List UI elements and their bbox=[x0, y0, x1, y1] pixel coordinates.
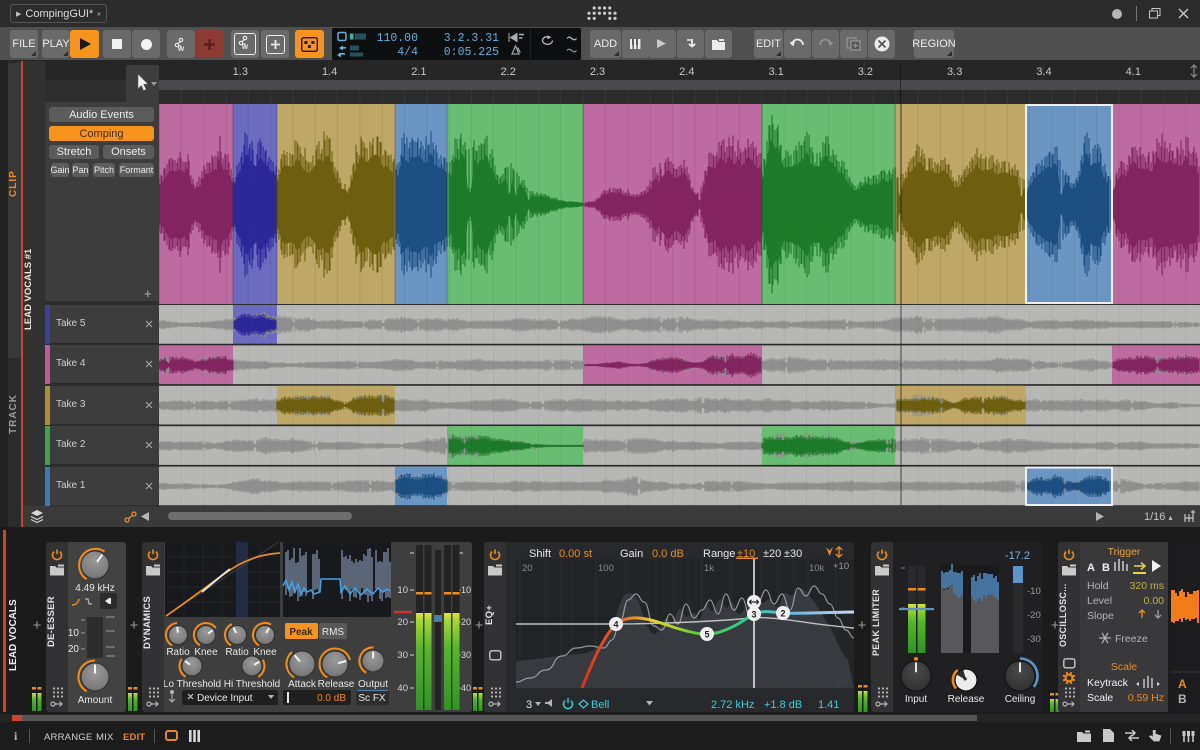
svg-text:4: 4 bbox=[613, 620, 618, 630]
svg-text:+1.8 dB: +1.8 dB bbox=[764, 699, 802, 711]
svg-text:3: 3 bbox=[526, 699, 532, 711]
svg-text:30: 30 bbox=[461, 650, 471, 660]
svg-text:20: 20 bbox=[522, 563, 533, 574]
svg-text:Slope: Slope bbox=[1087, 610, 1114, 622]
svg-text:Amount: Amount bbox=[78, 695, 113, 706]
svg-text:Release: Release bbox=[948, 694, 985, 705]
svg-text:Scale: Scale bbox=[1111, 661, 1137, 673]
svg-text:0.0 dB: 0.0 dB bbox=[317, 693, 346, 704]
svg-text:1.4: 1.4 bbox=[322, 66, 337, 78]
svg-text:2.3: 2.3 bbox=[590, 66, 605, 78]
svg-text:Ratio: Ratio bbox=[166, 647, 190, 658]
svg-text:Hold: Hold bbox=[1087, 580, 1109, 592]
svg-text:2.4: 2.4 bbox=[679, 66, 694, 78]
svg-text:0.00 st: 0.00 st bbox=[559, 548, 592, 560]
svg-text:10k: 10k bbox=[809, 563, 825, 574]
svg-text:Gain: Gain bbox=[620, 548, 643, 560]
svg-text:±20: ±20 bbox=[763, 548, 781, 560]
svg-text:2.1: 2.1 bbox=[411, 66, 426, 78]
svg-text:4.1: 4.1 bbox=[1126, 66, 1141, 78]
svg-text:1k: 1k bbox=[704, 563, 714, 574]
svg-text:-20: -20 bbox=[1027, 610, 1041, 621]
svg-text:-10: -10 bbox=[1027, 586, 1041, 597]
svg-text:Sc FX: Sc FX bbox=[358, 693, 386, 704]
svg-text:Knee: Knee bbox=[253, 647, 277, 658]
svg-text:3.4: 3.4 bbox=[1036, 66, 1051, 78]
svg-text:20: 20 bbox=[397, 617, 408, 628]
svg-text:20: 20 bbox=[68, 644, 79, 655]
svg-text:-30: -30 bbox=[1027, 634, 1041, 645]
svg-text:40: 40 bbox=[461, 683, 471, 693]
svg-text:w: w bbox=[177, 44, 185, 52]
svg-text:10: 10 bbox=[68, 628, 79, 639]
svg-text:Peak: Peak bbox=[289, 627, 313, 638]
svg-text:Ceiling: Ceiling bbox=[1005, 694, 1036, 705]
svg-text:10: 10 bbox=[461, 585, 471, 595]
svg-text:Scale: Scale bbox=[1087, 692, 1113, 704]
svg-text:A: A bbox=[1087, 562, 1095, 574]
svg-text:B: B bbox=[1178, 692, 1187, 706]
svg-text:-17.2: -17.2 bbox=[1005, 550, 1030, 562]
svg-text:3.3: 3.3 bbox=[947, 66, 962, 78]
svg-text:3.2: 3.2 bbox=[858, 66, 873, 78]
svg-text:1.41: 1.41 bbox=[818, 699, 839, 711]
svg-text:Ratio: Ratio bbox=[225, 647, 249, 658]
svg-text:w: w bbox=[241, 42, 249, 50]
svg-text:4.49 kHz: 4.49 kHz bbox=[75, 583, 114, 594]
svg-text:40: 40 bbox=[397, 683, 408, 694]
svg-text:1.3: 1.3 bbox=[233, 66, 248, 78]
svg-text:Shift: Shift bbox=[529, 548, 551, 560]
svg-text:3.1: 3.1 bbox=[768, 66, 783, 78]
svg-text:2.72 kHz: 2.72 kHz bbox=[711, 699, 754, 711]
svg-text:±30: ±30 bbox=[784, 548, 802, 560]
svg-text:Range: Range bbox=[703, 548, 735, 560]
svg-text:0.59 Hz: 0.59 Hz bbox=[1128, 692, 1164, 704]
svg-text:Release: Release bbox=[318, 679, 355, 690]
svg-text:30: 30 bbox=[397, 650, 408, 661]
svg-text:Trigger: Trigger bbox=[1108, 546, 1141, 558]
svg-text:Device Input: Device Input bbox=[197, 693, 253, 704]
svg-text:2: 2 bbox=[780, 609, 785, 619]
svg-text:Hi Threshold: Hi Threshold bbox=[224, 679, 281, 690]
svg-text:Output: Output bbox=[358, 679, 388, 690]
svg-text:B: B bbox=[1102, 562, 1110, 574]
svg-text:2.2: 2.2 bbox=[501, 66, 516, 78]
svg-text:A: A bbox=[1178, 677, 1187, 691]
svg-text:Attack: Attack bbox=[288, 679, 317, 690]
svg-text:Bell: Bell bbox=[591, 699, 609, 711]
svg-text:3: 3 bbox=[751, 610, 756, 620]
svg-text:RMS: RMS bbox=[322, 627, 345, 638]
svg-text:320 ms: 320 ms bbox=[1130, 580, 1164, 592]
svg-text:Lo Threshold: Lo Threshold bbox=[164, 679, 221, 690]
svg-text:Knee: Knee bbox=[194, 647, 218, 658]
svg-text:0.00: 0.00 bbox=[1144, 595, 1165, 607]
svg-text:Keytrack: Keytrack bbox=[1087, 677, 1129, 689]
svg-text:20: 20 bbox=[461, 617, 471, 627]
svg-text:Freeze: Freeze bbox=[1115, 633, 1148, 645]
svg-text:5: 5 bbox=[704, 630, 709, 640]
svg-text:+10: +10 bbox=[833, 561, 849, 572]
svg-text:0.0 dB: 0.0 dB bbox=[652, 548, 684, 560]
svg-text:10: 10 bbox=[397, 585, 408, 596]
svg-text:Input: Input bbox=[905, 694, 927, 705]
svg-text:Level: Level bbox=[1087, 595, 1112, 607]
svg-text:100: 100 bbox=[598, 563, 614, 574]
